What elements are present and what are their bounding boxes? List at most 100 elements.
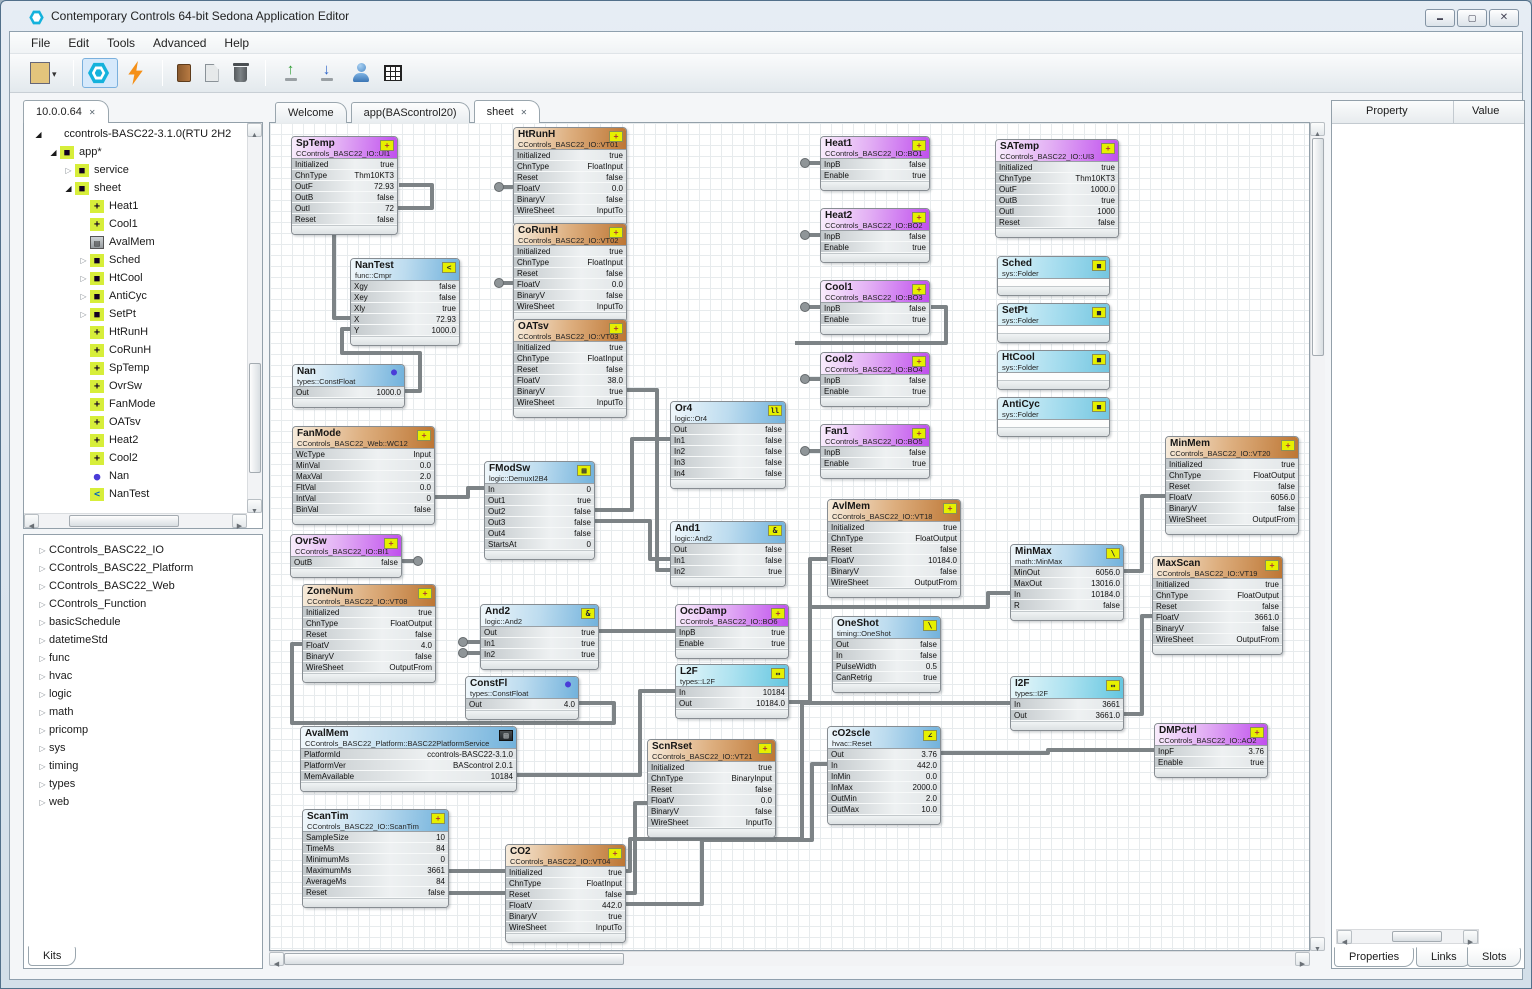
block-slot-row[interactable]: Infalse bbox=[833, 650, 940, 661]
column-property[interactable]: Property bbox=[1332, 101, 1454, 123]
kit-item-timing[interactable]: timing bbox=[28, 757, 258, 775]
block-slot-row[interactable]: MaxOut13016.0 bbox=[1011, 578, 1123, 589]
block-slot-row[interactable]: Y1000.0 bbox=[351, 325, 459, 336]
block-header[interactable]: cO2sclehvac::Reset bbox=[828, 727, 940, 749]
block-slot-row[interactable]: FltVal0.0 bbox=[293, 482, 434, 493]
block-slot-row[interactable]: MinOut6056.0 bbox=[1011, 567, 1123, 578]
put-to-device-button[interactable]: ↓ bbox=[310, 58, 344, 88]
tab-slots[interactable]: Slots bbox=[1467, 947, 1521, 967]
expand-arrow-icon[interactable] bbox=[36, 760, 49, 772]
block-slot-row[interactable]: InMin0.0 bbox=[828, 771, 940, 782]
block-scantim[interactable]: ScanTimCControls_BASC22_IO::ScanTimSampl… bbox=[302, 809, 449, 908]
block-slot-row[interactable]: SampleSize10 bbox=[303, 832, 448, 843]
block-htrunh[interactable]: HtRunHCControls_BASC22_IO::VT01Initializ… bbox=[513, 127, 627, 226]
wire-link[interactable] bbox=[941, 750, 1154, 753]
block-slot-row[interactable]: WcTypeInput bbox=[293, 449, 434, 460]
block-slot-row[interactable]: Out2false bbox=[485, 506, 594, 517]
block-slot-row[interactable]: BinaryVfalse bbox=[1166, 503, 1298, 514]
block-and2[interactable]: And2logic::And2OuttrueIn1trueIn2true bbox=[480, 604, 599, 670]
expand-arrow-icon[interactable] bbox=[36, 724, 49, 736]
tab-sheet[interactable]: sheet bbox=[474, 100, 541, 123]
expand-arrow-icon[interactable] bbox=[36, 580, 49, 592]
block-slot-row[interactable]: Initializedtrue bbox=[1153, 579, 1282, 590]
block-slot-row[interactable]: Initializedtrue bbox=[828, 522, 960, 533]
block-slot-row[interactable]: FloatV442.0 bbox=[506, 900, 625, 911]
expand-arrow-icon[interactable] bbox=[36, 544, 49, 556]
expand-arrow-icon[interactable] bbox=[77, 308, 90, 320]
block-slot-row[interactable]: BinaryVfalse bbox=[514, 290, 626, 301]
block-slot-row[interactable]: OutMin2.0 bbox=[828, 793, 940, 804]
expand-arrow-icon[interactable] bbox=[62, 182, 75, 194]
block-slot-row[interactable]: InpBtrue bbox=[676, 627, 788, 638]
block-header[interactable]: Cool2CControls_BASC22_IO::BO4 bbox=[821, 353, 929, 375]
copy-button[interactable] bbox=[199, 58, 225, 88]
block-slot-row[interactable]: In0 bbox=[485, 484, 594, 495]
grid-view-button[interactable] bbox=[378, 58, 408, 88]
block-slot-row[interactable]: ChnTypeFloatOutput bbox=[1153, 590, 1282, 601]
block-slot-row[interactable]: In3false bbox=[671, 457, 785, 468]
expand-arrow-icon[interactable] bbox=[36, 562, 49, 574]
block-oatsv[interactable]: OATsvCControls_BASC22_IO::VT03Initialize… bbox=[513, 319, 627, 418]
expand-arrow-icon[interactable] bbox=[77, 272, 90, 284]
kit-item-ccontrols-basc22-web[interactable]: CControls_BASC22_Web bbox=[28, 577, 258, 595]
kit-item-math[interactable]: math bbox=[28, 703, 258, 721]
block-slot-row[interactable]: WireSheetInputTo bbox=[648, 817, 775, 828]
block-slot-row[interactable]: Outfalse bbox=[671, 544, 785, 555]
tree-item-oatsv[interactable]: OATsv bbox=[26, 413, 246, 431]
block-slot-row[interactable]: ChnTypeThm10KT3 bbox=[292, 170, 397, 181]
block-fanmode[interactable]: FanModeCControls_BASC22_Web::WC12WcTypeI… bbox=[292, 426, 435, 525]
tree-item-app-[interactable]: app* bbox=[26, 143, 246, 161]
block-slot-row[interactable]: Initializedtrue bbox=[1166, 459, 1298, 470]
tree-item-htcool[interactable]: HtCool bbox=[26, 269, 246, 287]
tree-item-sptemp[interactable]: SpTemp bbox=[26, 359, 246, 377]
block-header[interactable]: SetPtsys::Folder bbox=[998, 304, 1109, 326]
close-button[interactable] bbox=[1489, 9, 1519, 27]
wiresheet-canvas[interactable]: SpTempCControls_BASC22_IO::UI1Initialize… bbox=[269, 122, 1310, 951]
block-slot-row[interactable]: Resetfalse bbox=[506, 889, 625, 900]
block-slot-row[interactable]: WireSheetInputTo bbox=[514, 205, 626, 216]
tree-item-htrunh[interactable]: HtRunH bbox=[26, 323, 246, 341]
block-fan1[interactable]: Fan1CControls_BASC22_IO::BO5InpBfalseEna… bbox=[820, 424, 930, 479]
block-cool2[interactable]: Cool2CControls_BASC22_IO::BO4InpBfalseEn… bbox=[820, 352, 930, 407]
block-slot-row[interactable]: ChnTypeFloatOutput bbox=[1166, 470, 1298, 481]
expand-arrow-icon[interactable] bbox=[36, 616, 49, 628]
block-slot-row[interactable]: InpBfalse bbox=[821, 303, 929, 314]
block-slot-row[interactable]: In1false bbox=[671, 555, 785, 566]
kit-item-datetimestd[interactable]: datetimeStd bbox=[28, 631, 258, 649]
block-slot-row[interactable]: PulseWidth0.5 bbox=[833, 661, 940, 672]
block-slot-row[interactable]: Enabletrue bbox=[821, 386, 929, 397]
expand-arrow-icon[interactable] bbox=[36, 652, 49, 664]
block-slot-row[interactable]: OutI72 bbox=[292, 203, 397, 214]
tree-item-heat2[interactable]: Heat2 bbox=[26, 431, 246, 449]
block-slot-row[interactable]: Resetfalse bbox=[1153, 601, 1282, 612]
block-slot-row[interactable]: In1true bbox=[481, 638, 598, 649]
block-slot-row[interactable]: Out4false bbox=[485, 528, 594, 539]
block-header[interactable]: SpTempCControls_BASC22_IO::UI1 bbox=[292, 137, 397, 159]
close-tab-icon[interactable] bbox=[521, 102, 528, 124]
block-occdamp[interactable]: OccDampCControls_BASC22_IO::BO6InpBtrueE… bbox=[675, 604, 789, 659]
tree-item-heat1[interactable]: Heat1 bbox=[26, 197, 246, 215]
block-header[interactable]: OATsvCControls_BASC22_IO::VT03 bbox=[514, 320, 626, 342]
block-slot-row[interactable]: In442.0 bbox=[828, 760, 940, 771]
menu-item-file[interactable]: File bbox=[22, 34, 59, 52]
block-slot-row[interactable]: Initializedtrue bbox=[514, 342, 626, 353]
expand-arrow-icon[interactable] bbox=[36, 778, 49, 790]
wire-link[interactable] bbox=[1124, 616, 1152, 714]
block-slot-row[interactable]: MinimumMs0 bbox=[303, 854, 448, 865]
block-slot-row[interactable]: Initializedtrue bbox=[292, 159, 397, 170]
block-anticyc[interactable]: AntiCycsys::Folder bbox=[997, 397, 1110, 437]
expand-arrow-icon[interactable] bbox=[36, 742, 49, 754]
block-slot-row[interactable]: Resetfalse bbox=[514, 364, 626, 375]
block-setpt[interactable]: SetPtsys::Folder bbox=[997, 303, 1110, 343]
block-slot-row[interactable]: ChnTypeBinaryInput bbox=[648, 773, 775, 784]
block-slot-row[interactable]: Out3661.0 bbox=[1011, 710, 1123, 721]
block-slot-row[interactable]: WireSheetInputTo bbox=[514, 301, 626, 312]
block-co2[interactable]: CO2CControls_BASC22_IO::VT04Initializedt… bbox=[505, 844, 626, 943]
block-slot-row[interactable]: Initializedtrue bbox=[996, 162, 1118, 173]
block-slot-row[interactable]: BinaryVfalse bbox=[648, 806, 775, 817]
block-slot-row[interactable]: OutF72.93 bbox=[292, 181, 397, 192]
user-accounts-button[interactable] bbox=[346, 58, 376, 88]
block-slot-row[interactable]: WireSheetOutputFrom bbox=[1166, 514, 1298, 525]
block-minmax[interactable]: MinMaxmath::MinMaxMinOut6056.0MaxOut1301… bbox=[1010, 544, 1124, 621]
block-header[interactable]: CO2CControls_BASC22_IO::VT04 bbox=[506, 845, 625, 867]
